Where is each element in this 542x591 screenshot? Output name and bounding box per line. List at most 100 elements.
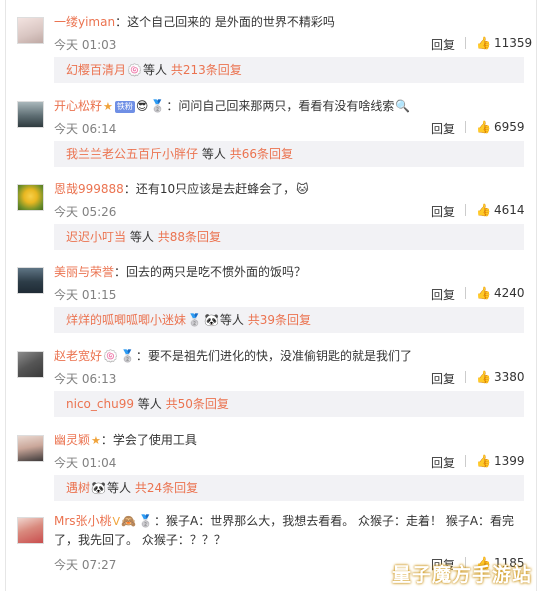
comment-text: 回去的两只是吃不惯外面的饭吗？ (126, 265, 307, 279)
comment-item: 恩哉999888：还有10只应该是去赶蜂会了，🐱 今天 05:26 回复 👍 46… (6, 167, 536, 250)
comment-time: 今天 07:27 (54, 558, 117, 572)
reply-user-link[interactable]: nico_chu99 (66, 397, 134, 411)
watermark: 量子魔方手游站 (391, 564, 532, 586)
reply-button[interactable]: 回复 (431, 370, 455, 387)
emoji-icon: 🍥 (127, 63, 142, 77)
sub-suffix: 等人 (106, 481, 131, 495)
thumbs-up-icon: 👍 (476, 203, 491, 217)
avatar[interactable] (17, 517, 44, 544)
sub-replies-bar[interactable]: 烊烊的呱唧呱唧小迷妹🥈 🐼等人 共39条回复 (54, 307, 524, 333)
total-replies-link[interactable]: 共88条回复 (158, 230, 221, 244)
thumbs-up-icon: 👍 (476, 120, 491, 134)
comment-item: 赵老宽好🍥 🥈：要不是祖先们进化的快，没准偷钥匙的就是我们了 今天 06:13 回… (6, 334, 536, 417)
total-replies-link[interactable]: 共39条回复 (248, 313, 311, 327)
sub-replies-bar[interactable]: 迟迟小叮当 等人 共88条回复 (54, 224, 524, 250)
comment-list: 一缕yiman：这个自己回来的 是外面的世界不精彩吗 今天 01:03 回复 👍… (5, 0, 537, 591)
sub-replies-bar[interactable]: nico_chu99 等人 共50条回复 (54, 391, 524, 417)
colon: ： (153, 514, 166, 528)
total-replies-link[interactable]: 共50条回复 (166, 397, 229, 411)
sub-suffix: 等人 (129, 230, 154, 244)
reply-user-link[interactable]: 烊烊的呱唧呱唧小迷妹 (66, 313, 186, 327)
like-button[interactable]: 👍 6959 (476, 120, 525, 134)
total-replies-link[interactable]: 共213条回复 (171, 63, 242, 77)
comment-time: 今天 06:14 (54, 122, 117, 136)
colon: ： (123, 182, 136, 196)
divider (465, 37, 466, 49)
sub-replies-bar[interactable]: 幻樱百清月🍥等人 共213条回复 (54, 57, 524, 83)
like-button[interactable]: 👍 1399 (476, 454, 525, 468)
like-button[interactable]: 👍 4240 (476, 286, 525, 300)
like-button[interactable]: 👍 4614 (476, 203, 525, 217)
divider (465, 204, 466, 216)
username-link[interactable]: 一缕yiman (54, 15, 115, 29)
reply-button[interactable]: 回复 (431, 36, 455, 53)
total-replies-link[interactable]: 共24条回复 (135, 481, 198, 495)
username-link[interactable]: 恩哉999888 (54, 182, 124, 196)
medal-icon: 🥈 (138, 514, 153, 528)
reply-button[interactable]: 回复 (431, 286, 455, 303)
comment-time: 今天 06:13 (54, 372, 117, 386)
sub-suffix: 等人 (219, 313, 244, 327)
comment-time: 今天 01:04 (54, 456, 117, 470)
emoji-icon: 🍥 (103, 349, 118, 363)
member-badge: 铁粉 (114, 101, 135, 113)
username-link[interactable]: 开心松籽 (54, 99, 102, 113)
like-count: 4240 (493, 286, 525, 300)
colon: ： (114, 265, 127, 279)
avatar[interactable] (17, 184, 44, 211)
emoji-icon: 😎 (135, 99, 149, 113)
reply-button[interactable]: 回复 (431, 454, 455, 471)
reply-user-link[interactable]: 迟迟小叮当 (66, 230, 126, 244)
colon: ： (115, 15, 128, 29)
comment-text: 这个自己回来的 是外面的世界不精彩吗 (127, 15, 335, 29)
thumbs-up-icon: 👍 (476, 36, 491, 50)
thumbs-up-icon: 👍 (476, 370, 491, 384)
comment-item: 开心松籽★ 铁粉 😎 🥈：问问自己回来那两只，看看有没有啥线索🔍 今天 06:14 回… (6, 84, 536, 167)
username-link[interactable]: 赵老宽好 (54, 349, 102, 363)
like-button[interactable]: 👍 3380 (476, 370, 525, 384)
comment-item: 一缕yiman：这个自己回来的 是外面的世界不精彩吗 今天 01:03 回复 👍… (6, 0, 536, 83)
sub-suffix: 等人 (142, 63, 167, 77)
reply-user-link[interactable]: 遇树 (66, 481, 90, 495)
divider (465, 455, 466, 467)
username-link[interactable]: Mrs张小桃 (54, 514, 112, 528)
reply-user-link[interactable]: 我兰兰老公五百斤小胖仔 (66, 147, 198, 161)
panda-icon: 🐼 (203, 313, 219, 327)
medal-icon: 🥈 (119, 349, 135, 363)
comment-time: 今天 05:26 (54, 205, 117, 219)
sub-suffix: 等人 (201, 147, 226, 161)
divider (465, 287, 466, 299)
comment-text: 要不是祖先们进化的快，没准偷钥匙的就是我们了 (147, 349, 412, 363)
comment-item: 美丽与荣誉：回去的两只是吃不惯外面的饭吗？ 今天 01:15 回复 👍 4240 … (6, 250, 536, 333)
avatar[interactable] (17, 435, 44, 462)
username-link[interactable]: 美丽与荣誉 (54, 265, 114, 279)
avatar[interactable] (17, 101, 44, 128)
emoji-icon: 🔍 (395, 99, 411, 113)
comment-item: 幽灵颖★：学会了使用工具 今天 01:04 回复 👍 1399 遇树🐼等人 共24… (6, 418, 536, 501)
like-button[interactable]: 👍 11359 (476, 36, 532, 50)
divider (465, 371, 466, 383)
comment-text: 问问自己回来那两只，看看有没有啥线索 (178, 99, 395, 113)
colon: ： (100, 433, 113, 447)
sub-replies-bar[interactable]: 遇树🐼等人 共24条回复 (54, 475, 524, 501)
reply-button[interactable]: 回复 (431, 203, 455, 220)
username-link[interactable]: 幽灵颖 (54, 433, 90, 447)
comment-time: 今天 01:03 (54, 38, 117, 52)
total-replies-link[interactable]: 共66条回复 (230, 147, 293, 161)
avatar[interactable] (17, 351, 44, 378)
medal-icon: 🥈 (187, 313, 202, 327)
like-count: 4614 (493, 203, 525, 217)
avatar[interactable] (17, 17, 44, 44)
reply-button[interactable]: 回复 (431, 120, 455, 137)
star-icon: ★ (91, 434, 101, 447)
comment-text: 还有10只应该是去赶蜂会了， (135, 182, 296, 196)
emoji-icon: 🐱 (296, 182, 309, 196)
reply-user-link[interactable]: 幻樱百清月 (66, 63, 126, 77)
like-count: 1399 (493, 454, 525, 468)
vip-icon: V (112, 515, 121, 528)
sub-replies-bar[interactable]: 我兰兰老公五百斤小胖仔 等人 共66条回复 (54, 141, 524, 167)
avatar[interactable] (17, 267, 44, 294)
like-count: 6959 (493, 120, 525, 134)
emoji-icon: 🙈 (121, 514, 137, 528)
thumbs-up-icon: 👍 (476, 286, 491, 300)
